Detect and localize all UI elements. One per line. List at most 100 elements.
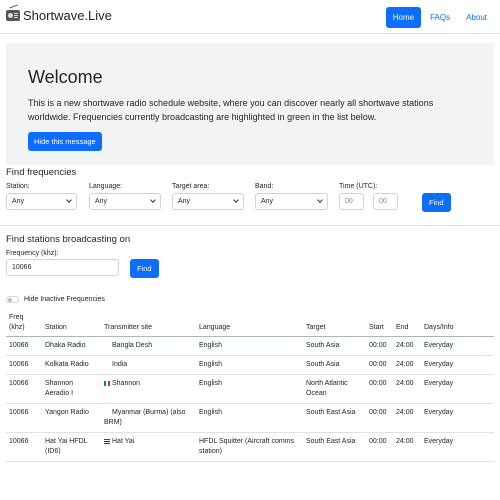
cell-days: Everyday (421, 432, 494, 462)
column-header-language[interactable]: Language (196, 310, 303, 337)
cell-start: 00:00 (366, 336, 393, 356)
cell-language: English (196, 336, 303, 356)
nav-home-link[interactable]: Home (385, 7, 422, 28)
cell-end: 24:00 (393, 355, 421, 375)
cell-days: Everyday (421, 403, 494, 433)
cell-start: 00:00 (366, 355, 393, 375)
cell-site: Bangla Desh (101, 336, 196, 356)
target-area-select[interactable]: Any (172, 193, 244, 210)
cell-target: South East Asia (303, 403, 366, 433)
cell-freq: 10066 (6, 432, 42, 462)
target-area-label: Target area: (172, 183, 210, 190)
cell-station: Kolkata Radio (42, 355, 101, 375)
station-label: Station: (6, 183, 30, 190)
cell-site: Myanmar (Burma) (also BRM) (101, 403, 196, 433)
column-header-days[interactable]: Days/Info (421, 310, 494, 337)
cell-target: South Asia (303, 336, 366, 356)
cell-days: Everyday (421, 336, 494, 356)
section-divider (0, 225, 500, 226)
cell-start: 00:00 (366, 432, 393, 462)
brand-link[interactable]: Shortwave.Live (6, 4, 112, 23)
cell-freq: 10066 (6, 374, 42, 404)
column-header-target[interactable]: Target (303, 310, 366, 337)
chevron-down-icon (317, 197, 323, 203)
navbar: Shortwave.Live Home FAQs About (0, 0, 500, 34)
column-header-station[interactable]: Station (42, 310, 101, 337)
table-row[interactable]: 10066 Hat Yai HFDL (ID6) Hat Yai HFDL Sq… (6, 432, 494, 462)
cell-target: South East Asia (303, 432, 366, 462)
column-header-end[interactable]: End (393, 310, 421, 337)
nav-faqs-link[interactable]: FAQs (423, 7, 457, 28)
find-stations-button[interactable]: Find (130, 259, 159, 278)
cell-end: 24:00 (393, 336, 421, 356)
station-select[interactable]: Any (6, 193, 77, 210)
italy-flag-icon (104, 380, 110, 386)
time-label: Time (UTC): (339, 183, 378, 190)
hide-inactive-toggle[interactable] (6, 296, 19, 303)
band-select[interactable]: Any (255, 193, 328, 210)
welcome-panel: Welcome This is a new shortwave radio sc… (6, 43, 494, 165)
find-frequencies-button[interactable]: Find (422, 193, 451, 212)
cell-start: 00:00 (366, 374, 393, 404)
cell-site: Shannon (101, 374, 196, 404)
time-start-input[interactable]: 00 (339, 193, 364, 210)
time-end-input[interactable]: 00 (373, 193, 398, 210)
hide-inactive-label: Hide Inactive Frequencies (24, 296, 105, 303)
hide-message-button[interactable]: Hide this message (28, 132, 102, 151)
cell-target: North Atlantic Ocean (303, 374, 366, 404)
find-frequencies-title: Find frequencies (6, 167, 77, 178)
band-label: Band: (255, 183, 274, 190)
band-select-value: Any (261, 198, 274, 205)
site-name: Bangla Desh (112, 342, 153, 349)
language-label: Language: (89, 183, 123, 190)
language-select[interactable]: Any (89, 193, 161, 210)
cell-station: Yangon Radio (42, 403, 101, 433)
welcome-text: This is a new shortwave radio schedule w… (28, 98, 434, 122)
cell-language: English (196, 374, 303, 404)
cell-days: Everyday (421, 355, 494, 375)
welcome-title: Welcome (28, 67, 103, 87)
station-select-value: Any (12, 198, 25, 205)
cell-language: English (196, 355, 303, 375)
site-name: Shannon (112, 380, 141, 387)
column-header-site[interactable]: Transmitter site (101, 310, 196, 337)
nav-links: Home FAQs About (384, 7, 494, 28)
cell-language: English (196, 403, 303, 433)
cell-language: HFDL Squitter (Aircraft comms station) (196, 432, 303, 462)
site-name: Myanmar (Burma) (also BRM) (104, 409, 186, 426)
chevron-down-icon (66, 197, 72, 203)
nav-about-link[interactable]: About (459, 7, 494, 28)
cell-station: Hat Yai HFDL (ID6) (42, 432, 101, 462)
cell-target: South Asia (303, 355, 366, 375)
cell-freq: 10066 (6, 403, 42, 433)
cell-freq: 10066 (6, 336, 42, 356)
cell-site: Hat Yai (101, 432, 196, 462)
table-row[interactable]: 10066 Kolkata Radio India English South … (6, 355, 494, 375)
cell-end: 24:00 (393, 432, 421, 462)
cell-start: 00:00 (366, 403, 393, 433)
cell-station: Dhaka Radio (42, 336, 101, 356)
column-header-freq[interactable]: Freq (khz) (6, 310, 42, 337)
radio-icon (6, 4, 20, 21)
language-select-value: Any (95, 198, 108, 205)
frequency-label: Frequency (khz): (6, 250, 59, 257)
cell-freq: 10066 (6, 355, 42, 375)
brand-name: Shortwave.Live (23, 8, 112, 23)
cell-end: 24:00 (393, 403, 421, 433)
table-row[interactable]: 10066 Yangon Radio Myanmar (Burma) (also… (6, 403, 494, 433)
cell-site: India (101, 355, 196, 375)
thailand-flag-icon (104, 438, 110, 444)
column-header-start[interactable]: Start (366, 310, 393, 337)
cell-station: Shannon Aeradio I (42, 374, 101, 404)
cell-days: Everyday (421, 374, 494, 404)
table-row[interactable]: 10066 Dhaka Radio Bangla Desh English So… (6, 336, 494, 356)
frequency-input[interactable]: 10066 (6, 259, 119, 276)
site-name: India (112, 361, 128, 368)
table-row[interactable]: 10066 Shannon Aeradio I Shannon English … (6, 374, 494, 404)
cell-end: 24:00 (393, 374, 421, 404)
site-name: Hat Yai (112, 438, 135, 445)
find-stations-title: Find stations broadcasting on (6, 234, 131, 245)
target-area-select-value: Any (178, 198, 191, 205)
chevron-down-icon (150, 197, 156, 203)
frequency-table: Freq (khz) Station Transmitter site Lang… (6, 310, 494, 462)
